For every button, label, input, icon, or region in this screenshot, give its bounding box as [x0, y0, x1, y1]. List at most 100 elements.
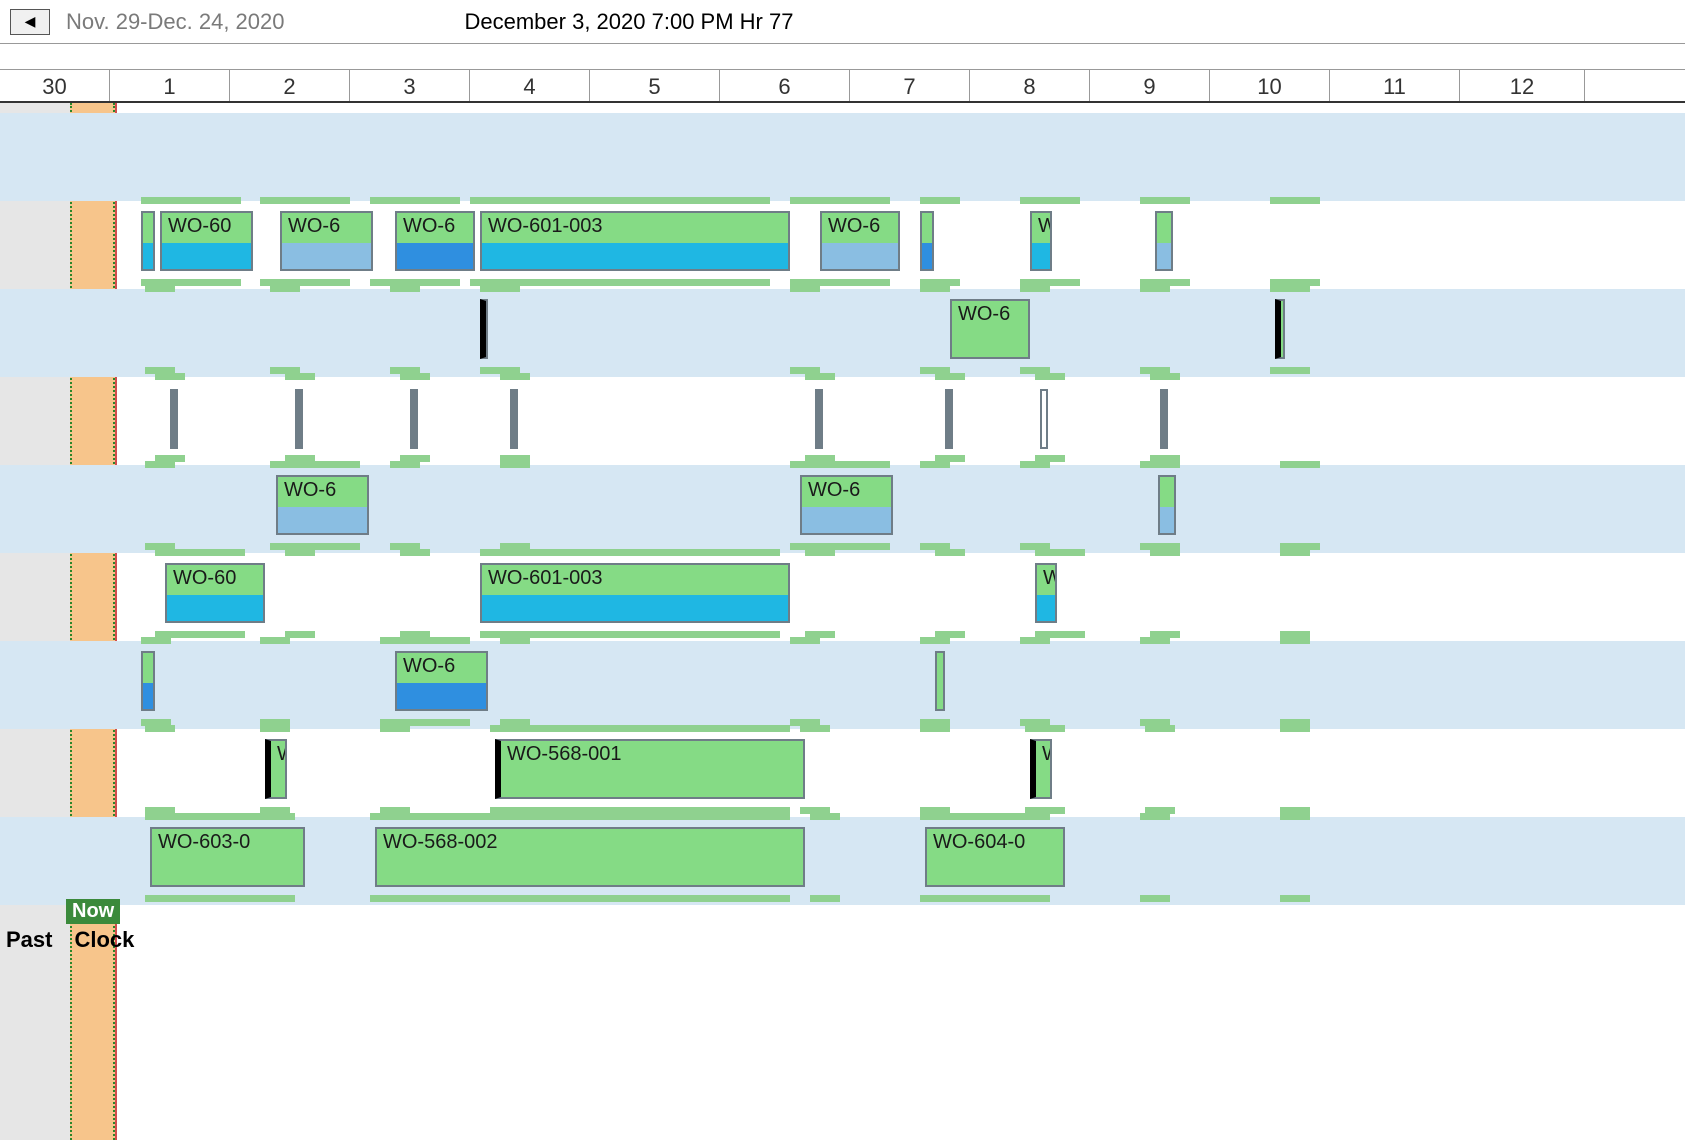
trace-bar	[1280, 895, 1310, 902]
task-progress	[922, 243, 932, 271]
sliver-marker[interactable]	[510, 389, 518, 449]
day-cell-5[interactable]: 5	[590, 70, 720, 101]
day-cell-30[interactable]: 30	[0, 70, 110, 101]
task-block[interactable]	[141, 211, 155, 271]
triangle-left-icon: ◀	[25, 13, 36, 30]
trace-bar	[480, 549, 780, 556]
task-block[interactable]	[935, 651, 945, 711]
gantt-body[interactable]: WO-60WO-6WO-6WO-601-003WO-6WWO-6WO-6WO-6…	[0, 103, 1685, 1140]
trace-bar	[1280, 813, 1310, 820]
task-label	[1157, 213, 1171, 243]
gantt-row-7	[0, 729, 1685, 817]
task-label: WO-6	[802, 477, 891, 507]
task-block[interactable]: W	[1030, 211, 1052, 271]
trace-bar	[270, 461, 360, 468]
trace-bar	[270, 543, 360, 550]
task-block[interactable]: W	[1030, 739, 1052, 799]
task-block[interactable]: WO-603-0	[150, 827, 305, 887]
day-cell-10[interactable]: 10	[1210, 70, 1330, 101]
day-cell-3[interactable]: 3	[350, 70, 470, 101]
task-block[interactable]: WO-568-001	[495, 739, 805, 799]
task-label	[486, 301, 488, 331]
sliver-marker[interactable]	[1040, 389, 1048, 449]
sliver-marker[interactable]	[1160, 389, 1168, 449]
sliver-marker[interactable]	[295, 389, 303, 449]
trace-bar	[810, 813, 840, 820]
trace-bar	[1035, 549, 1085, 556]
task-block[interactable]	[480, 299, 488, 359]
trace-bar	[490, 725, 790, 732]
task-label: WO-6	[397, 213, 473, 243]
day-cell-1[interactable]: 1	[110, 70, 230, 101]
day-cell-4[interactable]: 4	[470, 70, 590, 101]
day-cell-2[interactable]: 2	[230, 70, 350, 101]
task-block[interactable]: WO-6	[395, 211, 475, 271]
task-block[interactable]: WO-6	[280, 211, 373, 271]
trace-bar	[1280, 637, 1310, 644]
trace-bar	[260, 637, 290, 644]
task-progress	[271, 771, 285, 799]
task-progress	[278, 507, 367, 535]
trace-bar	[390, 285, 420, 292]
trace-bar	[1280, 725, 1310, 732]
task-block[interactable]: WO-6	[800, 475, 893, 535]
task-progress	[397, 683, 486, 711]
trace-bar	[1025, 725, 1065, 732]
sliver-marker[interactable]	[170, 389, 178, 449]
sliver-marker[interactable]	[410, 389, 418, 449]
trace-bar	[480, 285, 520, 292]
trace-bar	[285, 549, 315, 556]
sliver-marker[interactable]	[815, 389, 823, 449]
trace-bar	[1020, 285, 1050, 292]
task-label: WO-601-003	[482, 565, 788, 595]
task-block[interactable]	[1275, 299, 1285, 359]
task-progress	[482, 243, 788, 271]
trace-bar	[285, 373, 315, 380]
task-block[interactable]: W	[265, 739, 287, 799]
task-block[interactable]: WO-6	[820, 211, 900, 271]
day-cell-9[interactable]: 9	[1090, 70, 1210, 101]
task-block[interactable]: WO-60	[165, 563, 265, 623]
trace-bar	[1280, 461, 1320, 468]
trace-bar	[1140, 637, 1170, 644]
task-block[interactable]	[1155, 211, 1173, 271]
trace-bar	[141, 637, 171, 644]
past-label: Past	[6, 927, 52, 1138]
trace-bar	[920, 637, 950, 644]
day-cell-12[interactable]: 12	[1460, 70, 1585, 101]
task-progress	[1036, 771, 1050, 799]
task-block[interactable]: WO-6	[395, 651, 488, 711]
task-block[interactable]: WO-568-002	[375, 827, 805, 887]
task-label: W	[1036, 741, 1050, 771]
trace-bar	[1150, 549, 1180, 556]
task-progress	[482, 595, 788, 623]
task-block[interactable]: WO-6	[950, 299, 1030, 359]
trace-bar	[500, 373, 530, 380]
back-button[interactable]: ◀	[10, 9, 50, 35]
sliver-marker[interactable]	[945, 389, 953, 449]
toolbar: ◀ Nov. 29-Dec. 24, 2020 December 3, 2020…	[0, 0, 1685, 44]
task-block[interactable]: WO-60	[160, 211, 253, 271]
trace-bar	[380, 725, 410, 732]
trace-bar	[500, 461, 530, 468]
trace-bar	[141, 197, 241, 204]
day-cell-11[interactable]: 11	[1330, 70, 1460, 101]
day-cell-8[interactable]: 8	[970, 70, 1090, 101]
task-block[interactable]: WO-601-003	[480, 211, 790, 271]
task-block[interactable]: W	[1035, 563, 1057, 623]
day-cell-7[interactable]: 7	[850, 70, 970, 101]
task-block[interactable]: WO-601-003	[480, 563, 790, 623]
trace-bar	[920, 813, 1050, 820]
task-block[interactable]	[920, 211, 934, 271]
trace-bar	[790, 637, 820, 644]
task-progress	[162, 243, 251, 271]
trace-bar	[270, 285, 300, 292]
task-label: WO-60	[162, 213, 251, 243]
task-block[interactable]	[1158, 475, 1176, 535]
task-label: WO-603-0	[152, 829, 303, 887]
task-block[interactable]: WO-6	[276, 475, 369, 535]
day-cell-6[interactable]: 6	[720, 70, 850, 101]
task-block[interactable]	[141, 651, 155, 711]
task-block[interactable]: WO-604-0	[925, 827, 1065, 887]
trace-bar	[145, 895, 295, 902]
